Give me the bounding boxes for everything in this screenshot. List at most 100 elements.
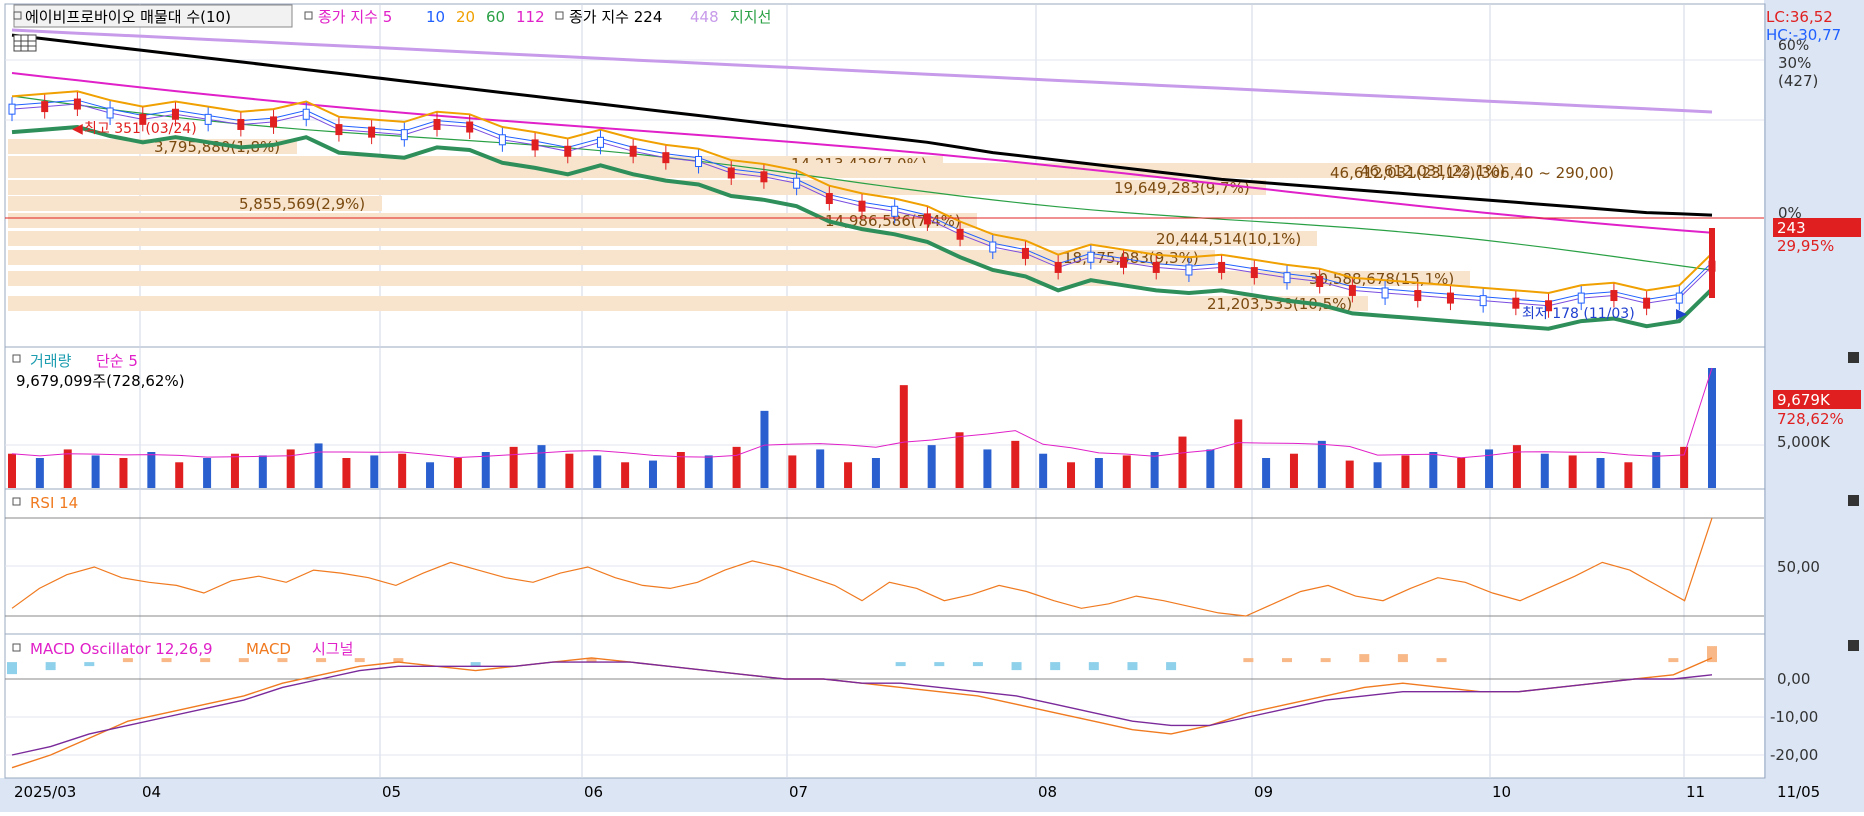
- candle-body: [466, 121, 474, 133]
- low-annotation: 최저 178 (11/03): [1522, 306, 1635, 322]
- macd-osc-bar: [200, 658, 211, 663]
- macd-osc-bar: [895, 662, 906, 667]
- volume-bar: [481, 452, 490, 488]
- volume-bar: [147, 452, 156, 488]
- legend-ma-label[interactable]: 종가 지수 5: [318, 8, 392, 26]
- time-axis-label: 11: [1686, 783, 1705, 801]
- grid-table-icon[interactable]: [13, 34, 37, 52]
- candle-body: [41, 101, 49, 113]
- legend-stock-name[interactable]: 에이비프로바이오 매물대 수(10): [25, 8, 231, 26]
- rsi-close-icon[interactable]: [1848, 495, 1859, 506]
- volume-bar: [1680, 446, 1689, 488]
- volume-profile-bar: [8, 180, 1266, 195]
- low-arrow-icon: ▶: [1676, 306, 1687, 322]
- candle-body: [335, 124, 343, 136]
- volume-bar: [426, 462, 435, 488]
- candle-body: [727, 167, 735, 179]
- volume-bar: [1540, 453, 1549, 488]
- time-axis-label: 2025/03: [14, 783, 76, 801]
- macd-osc-bar: [1011, 662, 1022, 671]
- macd-osc-bar: [84, 662, 95, 667]
- volume-profile-bar: [8, 231, 1317, 246]
- macd-osc-bar: [1359, 654, 1370, 663]
- candle-body: [760, 171, 768, 183]
- time-axis-label: 07: [789, 783, 808, 801]
- candle-body: [1120, 256, 1128, 268]
- macd-osc-bar: [122, 658, 133, 663]
- volume-bar: [1039, 453, 1048, 488]
- volume-bar: [871, 458, 880, 488]
- volume-bar: [1262, 458, 1271, 488]
- macd-signal-title[interactable]: 시그널: [312, 640, 353, 658]
- volume-bar: [8, 453, 16, 488]
- legend-support[interactable]: 지지선: [730, 8, 771, 26]
- volume-bar: [398, 453, 407, 488]
- volume-bar: [760, 410, 769, 488]
- candle-body: [891, 205, 899, 217]
- volume-profile-label: 20,444,514(10,1%): [1156, 230, 1301, 248]
- candle-body: [1643, 297, 1651, 309]
- volume-profile-label: 5,855,569(2,9%): [239, 195, 365, 213]
- volume-close-icon[interactable]: [1848, 352, 1859, 363]
- volume-bar: [258, 455, 267, 488]
- volume-bar: [1401, 455, 1410, 488]
- volume-profile-bar: [8, 271, 1470, 286]
- stock-chart: 3,795,880(1,8%)14,213,428(7,0%)46,612,03…: [0, 0, 1864, 812]
- volume-bar: [1067, 462, 1076, 488]
- candle-body: [1087, 251, 1095, 263]
- volume-profile-label: 19,649,283(9,7%): [1114, 179, 1250, 197]
- candle-body: [956, 228, 964, 240]
- volume-bar: [314, 443, 323, 488]
- volume-bar: [370, 455, 379, 488]
- last-candle: [1709, 228, 1715, 298]
- macd-axis-m20: -20,00: [1770, 746, 1818, 764]
- volume-bar: [844, 462, 853, 488]
- rsi-title[interactable]: RSI 14: [30, 494, 78, 512]
- candle-body: [1021, 247, 1029, 259]
- volume-bar: [230, 453, 239, 488]
- legend-ma-10: 10: [426, 8, 445, 26]
- macd-osc-bar: [277, 658, 288, 663]
- lc-label: LC:36,52: [1766, 8, 1833, 26]
- candle-body: [1316, 275, 1324, 287]
- legend-ma-448: 448: [690, 8, 719, 26]
- volume-bar: [648, 460, 657, 488]
- macd-osc-bar: [316, 658, 327, 663]
- macd-osc-bar: [45, 662, 56, 671]
- macd-title[interactable]: MACD: [246, 640, 291, 658]
- macd-osc-bar: [238, 658, 249, 663]
- candle-body: [8, 103, 16, 115]
- volume-bar: [342, 458, 351, 488]
- volume-bar: [1150, 452, 1159, 488]
- high-arrow-icon: ◀: [72, 121, 83, 137]
- legend-ma2-label[interactable]: 종가 지수 224: [569, 8, 662, 26]
- macd-osc-title[interactable]: MACD Oscillator 12,26,9: [30, 640, 213, 658]
- candle-body: [270, 116, 278, 128]
- macd-close-icon[interactable]: [1848, 640, 1859, 651]
- time-axis-label: 08: [1038, 783, 1057, 801]
- volume-bar: [788, 455, 797, 488]
- volume-bar: [175, 462, 184, 488]
- count-label: (427): [1778, 72, 1818, 90]
- candle-body: [237, 118, 245, 130]
- volume-bar: [704, 455, 713, 488]
- candle-body: [989, 241, 997, 253]
- volume-bar: [1317, 440, 1326, 488]
- volume-bar: [35, 458, 44, 488]
- volume-bar: [1568, 455, 1577, 488]
- candle-body: [531, 139, 539, 151]
- volume-bar: [119, 458, 128, 488]
- candle-body: [1446, 292, 1454, 304]
- volume-bar: [91, 455, 100, 488]
- volume-bar: [1708, 368, 1716, 488]
- candle-body: [1414, 290, 1422, 302]
- candle-body: [596, 136, 604, 148]
- time-axis-label: 05: [382, 783, 401, 801]
- volume-bar: [899, 385, 908, 488]
- candle-body: [1218, 261, 1226, 273]
- volume-ma-label[interactable]: 단순 5: [96, 352, 138, 370]
- macd-osc-bar: [1127, 662, 1138, 671]
- candle-body: [629, 145, 637, 157]
- time-axis-label: 04: [142, 783, 161, 801]
- volume-title[interactable]: 거래량: [30, 352, 72, 370]
